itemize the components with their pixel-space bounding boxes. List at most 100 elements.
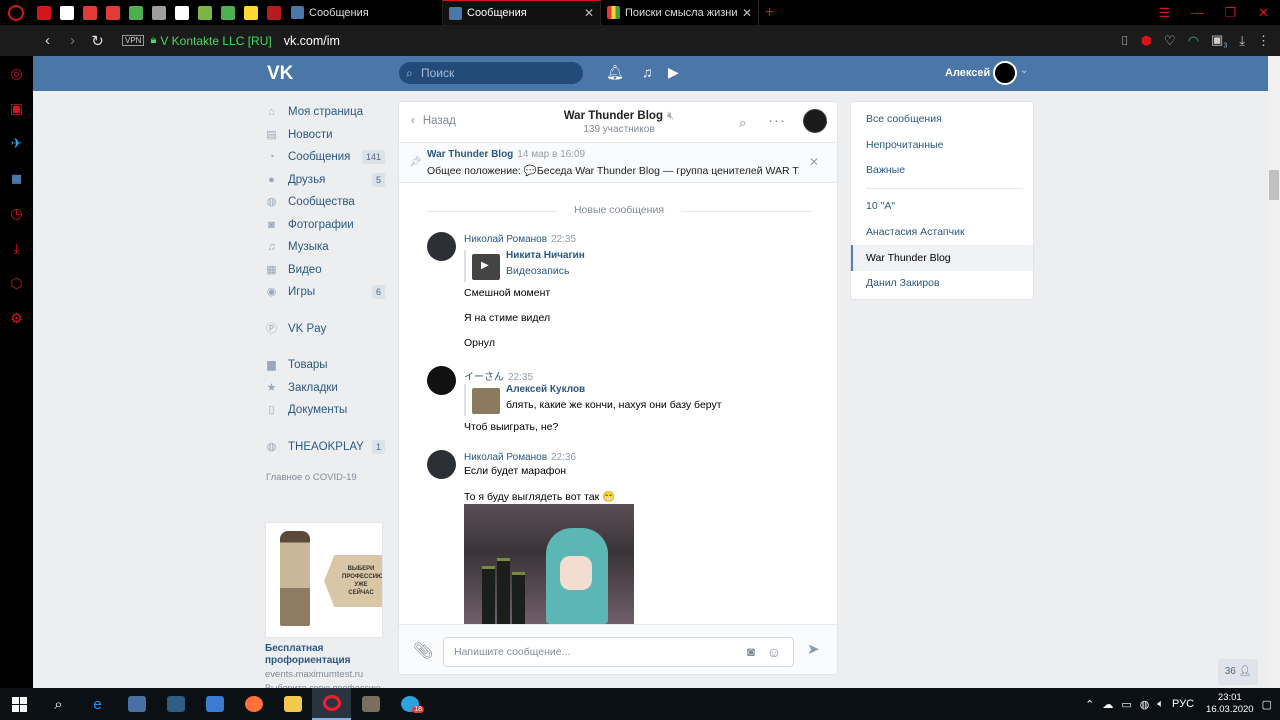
close-tab-icon[interactable]: ✕ — [584, 6, 594, 20]
search-icon[interactable]: ⌕ — [739, 115, 746, 131]
attach-icon[interactable]: 📎︎ — [413, 641, 433, 661]
tab-messages-2[interactable]: Сообщения ✕ — [443, 0, 601, 25]
extensions-icon[interactable]: ⬡ — [0, 266, 33, 301]
network-icon[interactable]: ▭ — [1121, 698, 1131, 711]
settings-icon[interactable]: ⚙ — [0, 301, 33, 336]
chat-avatar[interactable] — [803, 109, 827, 133]
vk-icon[interactable]: ◼ — [0, 161, 33, 196]
nav-item-games[interactable]: ◉ Игры 6 — [265, 281, 387, 304]
nav-item-star[interactable]: ★ Закладки — [265, 377, 387, 400]
opera-taskbar-icon[interactable] — [312, 688, 351, 720]
cloud-icon[interactable]: ☁ — [1102, 698, 1113, 711]
search-icon[interactable]: ⌕ — [39, 688, 78, 720]
site-identity[interactable]: V Kontakte LLC [RU] — [160, 34, 271, 48]
nav-item-news[interactable]: ▤ Новости — [265, 124, 387, 147]
message-input[interactable]: Напишите сообщение... ◙ ☺ — [443, 637, 794, 667]
chat-item[interactable]: 10 "А" — [866, 200, 895, 212]
reload-icon[interactable]: ↻ — [85, 32, 110, 50]
chat-item-active[interactable]: War Thunder Blog — [851, 245, 1033, 271]
minimize-button[interactable]: — — [1181, 0, 1214, 25]
url-field[interactable]: vk.com/im — [284, 34, 340, 48]
edge-icon[interactable]: e — [78, 688, 117, 720]
chat-item[interactable]: Анастасия Астапчик — [866, 226, 965, 238]
nav-item-camera[interactable]: ◙ Фотографии — [265, 214, 387, 237]
opera-menu-icon[interactable] — [0, 0, 32, 25]
video-thumbnail[interactable] — [472, 254, 500, 280]
ad-title[interactable]: Бесплатная профориентация — [265, 643, 385, 667]
chevron-up-icon[interactable]: ⌃ — [1085, 698, 1094, 711]
pinned-tab-icon[interactable] — [55, 0, 78, 25]
history-icon[interactable]: ◷ — [0, 196, 33, 231]
nav-item-vkpay[interactable]: Ⓟ VK Pay — [265, 318, 387, 341]
download-icon[interactable]: ⤓ — [1239, 33, 1245, 49]
message-image[interactable] — [464, 504, 634, 624]
nav-item-home[interactable]: ⌂ Моя страница — [265, 101, 387, 124]
pinned-tab-icon[interactable] — [78, 0, 101, 25]
avatar[interactable] — [993, 61, 1017, 85]
page-scrollbar[interactable] — [1268, 56, 1280, 688]
filter-important[interactable]: Важные — [866, 164, 905, 176]
menu-icon[interactable]: ⋮ — [1257, 33, 1270, 49]
app-icon[interactable] — [195, 688, 234, 720]
pinned-tab-icon[interactable] — [101, 0, 124, 25]
tab-search[interactable]: Поиски смысла жизни гл ✕ — [601, 0, 759, 25]
folder-icon[interactable] — [273, 688, 312, 720]
nav-item-group[interactable]: ◍ THEAOKPLAY 1 — [265, 436, 387, 459]
speed-dial-icon[interactable]: ◎ — [0, 56, 33, 91]
maximize-button[interactable]: ❐ — [1214, 0, 1247, 25]
covid-link[interactable]: Главное о COVID-19 — [265, 472, 387, 483]
nav-item-document[interactable]: ▯ Документы — [265, 399, 387, 422]
nav-item-friends[interactable]: ● Друзья 5 — [265, 169, 387, 192]
downloads-icon[interactable]: ⤓ — [0, 231, 33, 266]
send-icon[interactable]: ➤ — [807, 640, 820, 658]
avatar[interactable] — [427, 232, 456, 261]
filter-unread[interactable]: Непрочитанные — [866, 139, 943, 151]
telegram-taskbar-icon[interactable]: 18 — [390, 688, 429, 720]
extension-icon[interactable]: ▣3 — [1211, 32, 1227, 50]
snapshot-icon[interactable]: ⌷ — [1121, 33, 1129, 49]
avatar[interactable] — [427, 366, 456, 395]
telegram-icon[interactable]: ✈ — [0, 126, 33, 161]
pinned-tab-icon[interactable] — [193, 0, 216, 25]
forwarded-message[interactable]: Алексей Куклов блять, какие же кончи, на… — [464, 384, 754, 416]
pinned-message[interactable]: 📌︎ War Thunder Blog 14 мар в 16:09 Общее … — [399, 143, 837, 183]
tab-menu-icon[interactable]: ☰ — [1148, 0, 1181, 25]
start-button[interactable] — [0, 688, 39, 720]
pinned-tab-icon[interactable] — [262, 0, 285, 25]
notifications-icon[interactable]: ▢ — [1262, 698, 1272, 711]
lock-icon[interactable]: 🔒︎ — [150, 34, 156, 47]
firefox-icon[interactable] — [234, 688, 273, 720]
vk-logo-icon[interactable]: VK — [267, 63, 293, 85]
vpn-badge[interactable]: VPN — [122, 35, 145, 46]
chat-item[interactable]: Данил Закиров — [866, 277, 940, 289]
game-icon[interactable] — [351, 688, 390, 720]
chevron-down-icon[interactable]: ⌄ — [1020, 65, 1028, 76]
pinned-tab-icon[interactable] — [216, 0, 239, 25]
nav-item-bag[interactable]: ▆ Товары — [265, 354, 387, 377]
close-icon[interactable]: ✕ — [809, 155, 819, 169]
music-player-icon[interactable]: ♫ — [642, 64, 653, 80]
nav-item-video[interactable]: ▦ Видео — [265, 259, 387, 282]
nav-item-messages[interactable]: ◔ Сообщения 141 — [265, 146, 387, 169]
speed-icon[interactable]: ◠ — [1188, 33, 1199, 49]
pinned-tab-icon[interactable] — [32, 0, 55, 25]
twitch-icon[interactable]: ▣ — [0, 91, 33, 126]
volume-icon[interactable]: 🔈︎ — [1157, 698, 1164, 711]
more-icon[interactable]: ··· — [768, 112, 786, 129]
forwarded-message[interactable]: Никита Ничагин Видеозапись — [464, 250, 664, 282]
camera-icon[interactable]: ◙ — [747, 638, 755, 666]
new-tab-button[interactable]: + — [765, 4, 774, 22]
steam-icon[interactable] — [156, 688, 195, 720]
emoji-icon[interactable]: ☺ — [767, 638, 781, 666]
play-icon[interactable]: ▶ — [668, 64, 679, 81]
nav-item-communities[interactable]: ◍ Сообщества — [265, 191, 387, 214]
clock[interactable]: 23:01 16.03.2020 — [1206, 692, 1254, 716]
notifications-icon[interactable]: 🔔︎ — [606, 64, 624, 81]
pinned-tab-icon[interactable] — [170, 0, 193, 25]
pinned-tab-icon[interactable] — [124, 0, 147, 25]
store-icon[interactable] — [117, 688, 156, 720]
heart-icon[interactable]: ♡ — [1164, 33, 1176, 49]
pinned-tab-icon[interactable] — [147, 0, 170, 25]
close-tab-icon[interactable]: ✕ — [742, 6, 752, 20]
forward-icon[interactable]: › — [60, 32, 85, 49]
